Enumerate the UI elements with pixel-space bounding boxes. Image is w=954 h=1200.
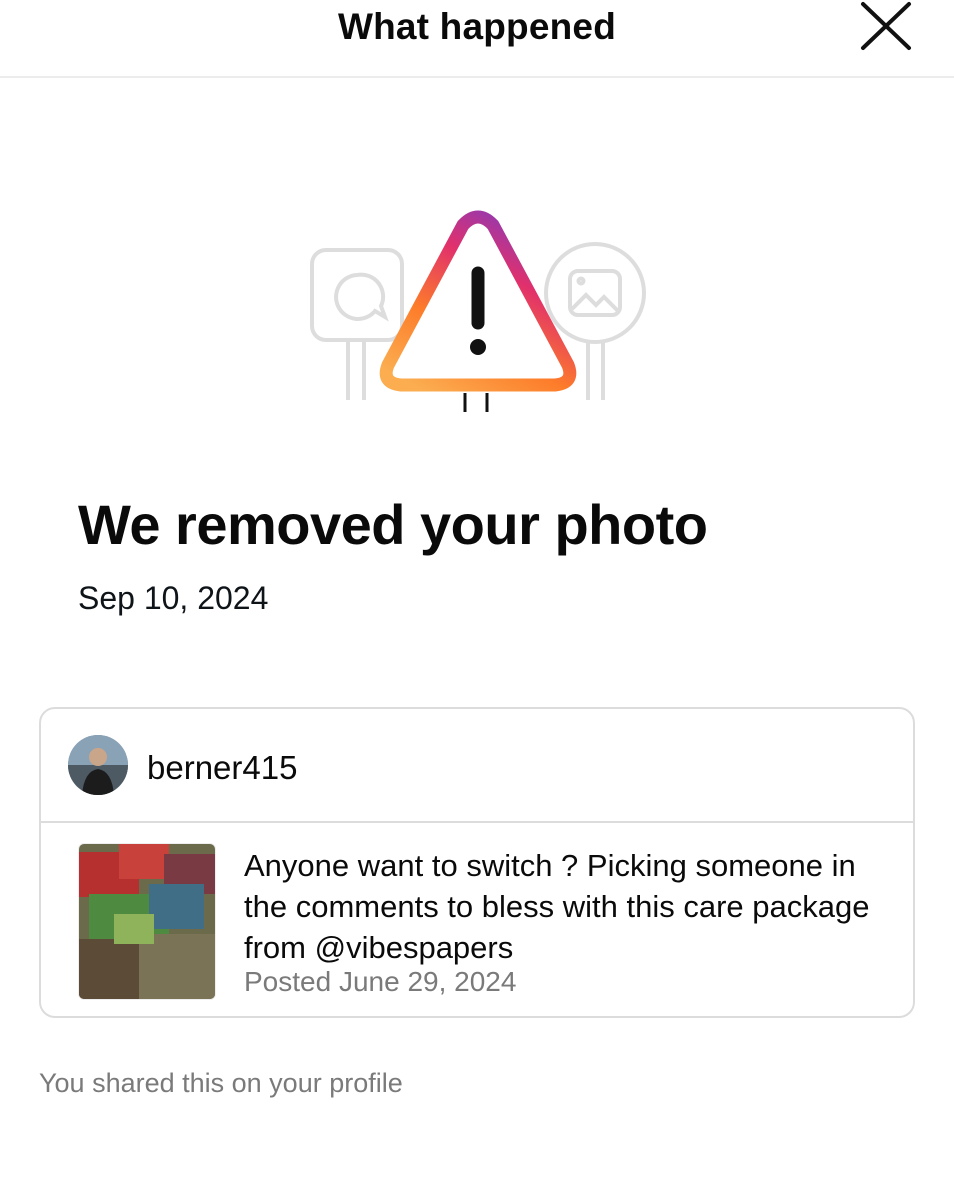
close-icon bbox=[861, 2, 911, 50]
post-username: berner415 bbox=[147, 749, 298, 786]
share-context-note: You shared this on your profile bbox=[39, 1068, 403, 1098]
avatar bbox=[68, 735, 128, 795]
removal-title: We removed your photo bbox=[78, 493, 708, 556]
post-thumbnail bbox=[78, 843, 216, 1000]
close-button[interactable] bbox=[856, 0, 916, 52]
post-date: Posted June 29, 2024 bbox=[244, 966, 517, 997]
post-card[interactable]: berner415 Anyone want to switch ? Pickin… bbox=[39, 707, 915, 1018]
header-bar: What happened bbox=[0, 0, 954, 78]
post-author-row: berner415 bbox=[41, 709, 913, 823]
removal-date: Sep 10, 2024 bbox=[78, 580, 269, 616]
post-caption: Anyone want to switch ? Picking someone … bbox=[244, 848, 870, 965]
warning-triangle-icon bbox=[379, 210, 577, 412]
removed-content-illustration bbox=[300, 205, 660, 420]
page-title: What happened bbox=[337, 6, 617, 47]
